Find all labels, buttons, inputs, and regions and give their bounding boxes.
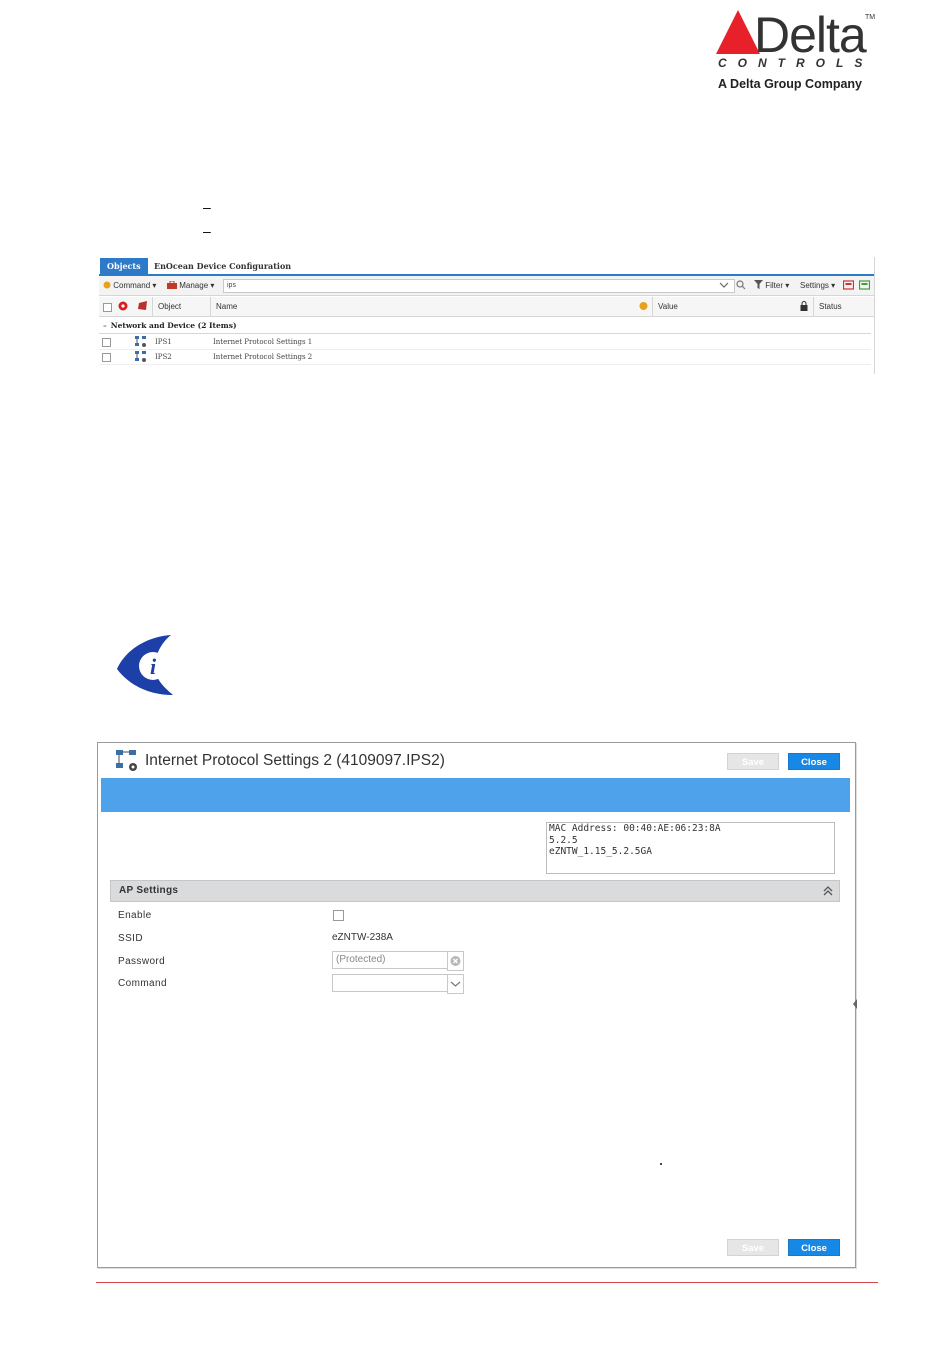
row-object: IPS1 <box>155 338 172 346</box>
settings-menu-button[interactable]: Settings ▾ <box>800 276 835 295</box>
ips-properties-dialog: Internet Protocol Settings 2 (4109097.IP… <box>97 742 857 1268</box>
ssid-label: SSID <box>118 933 143 944</box>
tab-objects[interactable]: Objects <box>100 258 148 274</box>
toolbox-icon <box>167 280 177 289</box>
hand-icon <box>103 281 111 289</box>
chevron-down-icon[interactable] <box>719 276 729 295</box>
column-status[interactable]: Status <box>813 297 875 316</box>
list-dash-1: – <box>203 199 211 215</box>
svg-text:i: i <box>150 654 157 679</box>
object-type-icon[interactable] <box>138 301 148 311</box>
filter-menu-button[interactable]: Filter ▾ <box>754 276 789 295</box>
password-label: Password <box>118 956 166 967</box>
enable-label: Enable <box>118 910 152 921</box>
save-button-bottom[interactable]: Save <box>727 1239 779 1256</box>
logo-brand: Delta <box>754 7 867 63</box>
collapse-icon[interactable]: – <box>103 321 107 330</box>
close-button-bottom[interactable]: Close <box>788 1239 840 1256</box>
object-toolbar: Command ▾ Manage ▾ ips Filter ▾ Settings… <box>99 276 874 296</box>
table-row[interactable]: IPS1 Internet Protocol Settings 1 <box>99 335 871 350</box>
column-object[interactable]: Object <box>152 297 211 316</box>
logo-trademark: TM <box>865 14 876 21</box>
settings-menu-label: Settings <box>800 281 829 290</box>
lock-icon[interactable] <box>800 301 808 312</box>
collapse-chevron-icon[interactable] <box>823 886 833 896</box>
logo-subtitle: CONTROLS <box>718 56 874 70</box>
mac-address-text: MAC Address: 00:40:AE:06:23:8A <box>549 823 721 834</box>
tab-bar: Objects EnOcean Device Configuration <box>99 257 874 276</box>
info-icon: i <box>117 635 173 695</box>
group-label: Network and Device (2 Items) <box>110 321 237 330</box>
row-checkbox[interactable] <box>102 353 111 362</box>
search-icon[interactable] <box>736 276 746 295</box>
tab-enocean-device-configuration[interactable]: EnOcean Device Configuration <box>147 258 298 274</box>
chevron-down-icon <box>450 981 461 987</box>
select-all-checkbox[interactable] <box>103 303 112 312</box>
export-green-icon[interactable] <box>859 276 870 295</box>
column-header-row: Object Name Value Status <box>99 297 874 317</box>
save-button[interactable]: Save <box>727 753 779 770</box>
clear-icon <box>450 956 461 966</box>
logo-company: A Delta Group Company <box>718 77 862 91</box>
command-label: Command <box>118 978 167 989</box>
command-select[interactable] <box>332 974 449 992</box>
list-dash-2: – <box>203 223 211 239</box>
command-menu-label: Command <box>113 281 151 290</box>
row-name: Internet Protocol Settings 2 <box>213 353 313 361</box>
hand-icon[interactable] <box>639 301 648 311</box>
filter-menu-label: Filter <box>765 281 784 290</box>
ssid-value: eZNTW-238A <box>332 932 393 943</box>
stray-dot <box>660 1163 662 1165</box>
network-icon <box>135 351 146 362</box>
version-text: 5.2.5 <box>549 834 578 846</box>
row-checkbox[interactable] <box>102 338 111 347</box>
row-object: IPS2 <box>155 353 172 361</box>
delta-controls-logo: Delta TM CONTROLS A Delta Group Company <box>716 8 876 98</box>
clear-password-button[interactable] <box>447 951 464 971</box>
firmware-text: eZNTW_1.15_5.2.5GA <box>549 846 652 857</box>
table-row[interactable]: IPS2 Internet Protocol Settings 2 <box>99 350 871 365</box>
command-menu-button[interactable]: Command ▾ <box>103 276 156 295</box>
manage-menu-button[interactable]: Manage ▾ <box>167 276 214 295</box>
search-input[interactable]: ips <box>223 279 735 293</box>
manage-menu-label: Manage <box>179 281 209 290</box>
command-dropdown-button[interactable] <box>447 974 464 994</box>
network-settings-icon <box>116 750 137 771</box>
column-name[interactable]: Name <box>210 297 632 316</box>
export-red-icon[interactable] <box>843 276 854 295</box>
side-collapse-arrow-icon[interactable] <box>853 999 857 1009</box>
dialog-title: Internet Protocol Settings 2 (4109097.IP… <box>145 752 445 769</box>
enable-checkbox[interactable] <box>333 910 344 921</box>
section-title: AP Settings <box>119 885 179 896</box>
dialog-header-bar <box>101 778 850 812</box>
alarm-icon[interactable] <box>118 301 128 311</box>
column-value[interactable]: Value <box>652 297 795 316</box>
device-info-box: MAC Address: 00:40:AE:06:23:8A 5.2.5 eZN… <box>546 822 835 874</box>
footer-divider <box>96 1282 878 1283</box>
group-header-network-and-device[interactable]: – Network and Device (2 Items) <box>99 319 871 334</box>
close-button[interactable]: Close <box>788 753 840 770</box>
password-input[interactable]: (Protected) <box>332 951 449 969</box>
object-list-panel: Objects EnOcean Device Configuration Com… <box>99 257 875 374</box>
ap-settings-section-header[interactable]: AP Settings <box>110 880 840 902</box>
filter-icon <box>754 280 763 289</box>
row-name: Internet Protocol Settings 1 <box>213 338 313 346</box>
network-icon <box>135 336 146 347</box>
